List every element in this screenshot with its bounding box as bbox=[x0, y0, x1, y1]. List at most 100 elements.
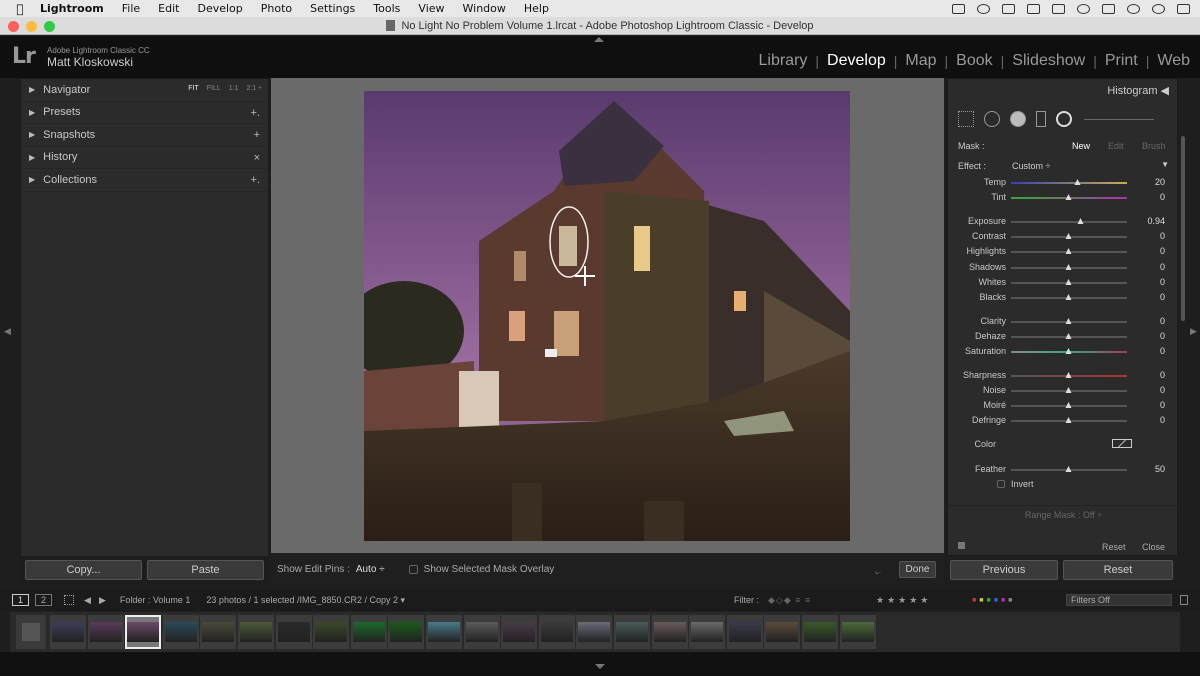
range-mask-select[interactable]: Range Mask : Off ÷ bbox=[948, 505, 1179, 521]
filmstrip-thumb[interactable] bbox=[651, 615, 688, 649]
slider-thumb[interactable] bbox=[1065, 372, 1072, 378]
collapse-top-panel-icon[interactable] bbox=[594, 37, 604, 42]
menu-view[interactable]: View bbox=[418, 2, 444, 15]
slider-shadows[interactable]: Shadows 0 bbox=[948, 260, 1179, 275]
grid-view-icon[interactable] bbox=[64, 595, 75, 605]
copy-button[interactable]: Copy... bbox=[25, 560, 142, 580]
slider-clarity[interactable]: Clarity 0 bbox=[948, 314, 1179, 329]
module-slideshow[interactable]: Slideshow bbox=[1012, 52, 1085, 70]
back-arrow-icon[interactable]: ◀ bbox=[84, 595, 91, 606]
done-button[interactable]: Done bbox=[899, 561, 936, 578]
notification-icon[interactable] bbox=[1177, 3, 1190, 14]
close-window-icon[interactable] bbox=[8, 21, 19, 32]
slider-dehaze[interactable]: Dehaze 0 bbox=[948, 329, 1179, 344]
siri-icon[interactable] bbox=[1152, 3, 1165, 14]
menu-help[interactable]: Help bbox=[524, 2, 549, 15]
slider-thumb[interactable] bbox=[1077, 218, 1084, 224]
filters-off-select[interactable]: Filters Off bbox=[1066, 594, 1172, 606]
graduated-filter-icon[interactable] bbox=[1036, 111, 1046, 127]
photo-info[interactable]: 23 photos / 1 selected /IMG_8850.CR2 / C… bbox=[206, 595, 405, 606]
slider-whites[interactable]: Whites 0 bbox=[948, 275, 1179, 290]
dropbox-icon[interactable] bbox=[1027, 3, 1040, 14]
filmstrip-thumb[interactable] bbox=[839, 615, 876, 649]
search-icon[interactable] bbox=[1127, 3, 1140, 14]
color-label-filter[interactable]: ■■■■■■ bbox=[972, 597, 1015, 604]
slider-thumb[interactable] bbox=[1065, 333, 1072, 339]
apple-icon[interactable]:  bbox=[0, 2, 40, 16]
zoom-fill[interactable]: FILL bbox=[207, 85, 221, 92]
navigator-header[interactable]: ▶ Navigator FIT FILL 1:1 2:1 ÷ bbox=[21, 79, 268, 102]
filmstrip-thumb[interactable] bbox=[501, 615, 538, 649]
mask-new[interactable]: New bbox=[1072, 141, 1090, 151]
menu-app[interactable]: Lightroom bbox=[40, 2, 104, 15]
view-2-button[interactable]: 2 bbox=[35, 594, 53, 606]
effect-collapse-icon[interactable]: ▼ bbox=[1161, 160, 1169, 169]
filmstrip-thumb[interactable] bbox=[802, 615, 838, 649]
slider-value[interactable]: 0 bbox=[1160, 385, 1165, 395]
previous-button[interactable]: Previous bbox=[950, 560, 1058, 580]
histogram-header[interactable]: Histogram ◀ bbox=[948, 79, 1177, 101]
slider-temp[interactable]: Temp 20 bbox=[948, 175, 1179, 190]
module-develop[interactable]: Develop bbox=[827, 52, 886, 70]
slider-track[interactable] bbox=[1011, 221, 1127, 223]
filmstrip-thumb[interactable] bbox=[200, 615, 237, 649]
menu-window[interactable]: Window bbox=[463, 2, 506, 15]
snapshots-header[interactable]: ▶ Snapshots + bbox=[21, 124, 268, 147]
filmstrip-thumb[interactable] bbox=[614, 615, 650, 649]
filmstrip-thumb[interactable] bbox=[87, 615, 124, 649]
history-header[interactable]: ▶ History × bbox=[21, 147, 268, 169]
filmstrip-thumb[interactable] bbox=[576, 615, 613, 649]
filmstrip-first-thumb[interactable] bbox=[16, 615, 46, 649]
effect-select[interactable]: Custom ÷ bbox=[1012, 161, 1050, 171]
close-link[interactable]: Close bbox=[1142, 542, 1165, 552]
crop-tool-icon[interactable] bbox=[958, 111, 974, 127]
menu-settings[interactable]: Settings bbox=[310, 2, 355, 15]
filmstrip-thumb[interactable] bbox=[275, 615, 312, 649]
color-swatch-icon[interactable] bbox=[1112, 439, 1132, 448]
filmstrip-thumb[interactable] bbox=[426, 615, 462, 649]
collapse-right-panel-icon[interactable]: ▶ bbox=[1190, 326, 1197, 337]
collapse-left-panel-icon[interactable]: ◀ bbox=[4, 326, 11, 337]
slider-value[interactable]: 0 bbox=[1160, 277, 1165, 287]
clear-history-icon[interactable]: × bbox=[254, 152, 260, 164]
menu-photo[interactable]: Photo bbox=[261, 2, 292, 15]
display-icon[interactable] bbox=[1002, 3, 1015, 14]
toolbar-options-icon[interactable]: ⌞. bbox=[875, 566, 881, 575]
creative-cloud-icon[interactable] bbox=[977, 3, 990, 14]
filmstrip-thumb[interactable] bbox=[388, 615, 425, 649]
filmstrip-thumb[interactable] bbox=[313, 615, 350, 649]
slider-value[interactable]: 0 bbox=[1160, 400, 1165, 410]
slider-defringe[interactable]: Defringe 0 bbox=[948, 413, 1179, 428]
slider-blacks[interactable]: Blacks 0 bbox=[948, 290, 1179, 305]
feather-slider[interactable]: Feather 50 bbox=[948, 462, 1179, 477]
adjustment-brush-slider[interactable] bbox=[1084, 118, 1154, 120]
edit-pins-select[interactable]: Auto ÷ bbox=[356, 564, 385, 575]
mask-brush[interactable]: Brush bbox=[1142, 141, 1166, 151]
slider-noise[interactable]: Noise 0 bbox=[948, 383, 1179, 398]
slider-saturation[interactable]: Saturation 0 bbox=[948, 344, 1179, 359]
module-web[interactable]: Web bbox=[1157, 52, 1190, 70]
slider-moir[interactable]: Moiré 0 bbox=[948, 398, 1179, 413]
radial-filter-icon[interactable] bbox=[1056, 111, 1072, 127]
module-library[interactable]: Library bbox=[759, 52, 808, 70]
slider-thumb[interactable] bbox=[1065, 348, 1072, 354]
add-snapshot-icon[interactable]: + bbox=[254, 129, 260, 141]
presets-header[interactable]: ▶ Presets +. bbox=[21, 102, 268, 124]
slider-thumb[interactable] bbox=[1065, 264, 1072, 270]
menu-develop[interactable]: Develop bbox=[197, 2, 242, 15]
source-folder[interactable]: Folder : Volume 1 bbox=[120, 595, 191, 605]
filmstrip-thumb[interactable] bbox=[463, 615, 500, 649]
volume-icon[interactable] bbox=[1052, 3, 1065, 14]
filmstrip-thumb[interactable] bbox=[162, 615, 199, 649]
module-map[interactable]: Map bbox=[905, 52, 936, 70]
screen-record-icon[interactable] bbox=[952, 3, 965, 14]
slider-sharpness[interactable]: Sharpness 0 bbox=[948, 368, 1179, 383]
filmstrip-thumb[interactable] bbox=[726, 615, 763, 649]
mask-overlay-checkbox[interactable] bbox=[408, 565, 418, 574]
module-print[interactable]: Print bbox=[1105, 52, 1138, 70]
slider-thumb[interactable] bbox=[1065, 402, 1072, 408]
slider-thumb[interactable] bbox=[1065, 387, 1072, 393]
slider-exposure[interactable]: Exposure 0.94 bbox=[948, 214, 1179, 229]
filmstrip-thumb[interactable] bbox=[538, 615, 575, 649]
slider-highlights[interactable]: Highlights 0 bbox=[948, 244, 1179, 259]
